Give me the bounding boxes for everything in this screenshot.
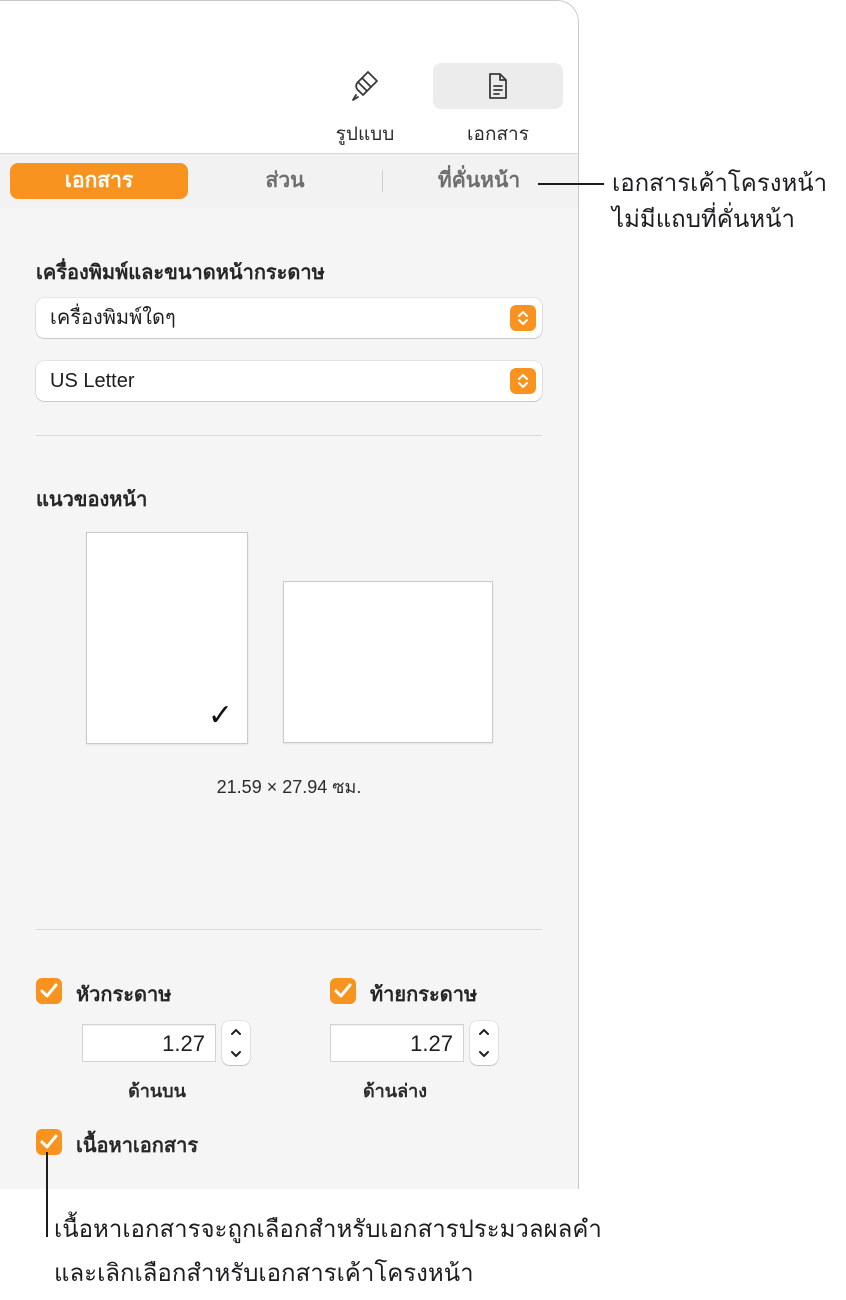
footer-margin-field[interactable]: 1.27 bbox=[330, 1024, 464, 1062]
bookmarks-callout-line bbox=[538, 183, 604, 185]
chevron-up-icon bbox=[479, 1029, 489, 1035]
document-icon bbox=[489, 73, 507, 99]
page-size-text: 21.59 × 27.94 ซม. bbox=[216, 777, 362, 797]
paper-size-popup[interactable]: US Letter bbox=[36, 361, 542, 401]
bookmarks-callout-line-2: ไม่มีแถบที่คั่นหน้า bbox=[612, 206, 795, 233]
document-label: เอกสาร bbox=[467, 124, 529, 145]
body-callout-line bbox=[46, 1152, 48, 1237]
header-margin-field[interactable]: 1.27 bbox=[82, 1024, 216, 1062]
checkmark-icon bbox=[40, 1134, 58, 1149]
inspector-panel: รูปแบบ เอกสาร เอกสาร ส่วน ที่คั่นหน้า เค… bbox=[0, 0, 579, 1189]
tab-divider bbox=[382, 170, 383, 192]
paper-size-popup-arrows[interactable] bbox=[510, 368, 536, 394]
checkmark-icon bbox=[40, 983, 58, 998]
header-margin-caption: ด้านบน bbox=[128, 1081, 186, 1101]
up-down-chevron-icon bbox=[518, 374, 528, 388]
divider bbox=[36, 929, 542, 930]
header-margin-stepper[interactable] bbox=[222, 1021, 250, 1065]
checkmark-icon bbox=[334, 983, 352, 998]
orientation-title: แนวของหน้า bbox=[36, 489, 148, 511]
tab-bookmarks[interactable]: ที่คั่นหน้า bbox=[394, 163, 564, 199]
up-down-chevron-icon bbox=[518, 311, 528, 325]
header-margin-increment[interactable] bbox=[222, 1021, 250, 1043]
document-body-checkbox[interactable] bbox=[36, 1129, 62, 1155]
chevron-down-icon bbox=[479, 1051, 489, 1057]
inspector-toolbar: รูปแบบ เอกสาร bbox=[0, 1, 578, 153]
document-body-label: เนื้อหาเอกสาร bbox=[76, 1135, 199, 1157]
format-button[interactable] bbox=[300, 63, 430, 109]
printer-popup-arrows[interactable] bbox=[510, 305, 536, 331]
body-callout-line-2: และเลิกเลือกสำหรับเอกสารเค้าโครงหน้า bbox=[54, 1260, 474, 1287]
footer-margin-increment[interactable] bbox=[470, 1021, 498, 1043]
landscape-orientation-option[interactable] bbox=[283, 581, 493, 743]
checkmark-icon: ✓ bbox=[207, 698, 233, 733]
inspector-tabs: เอกสาร ส่วน ที่คั่นหน้า bbox=[0, 153, 578, 209]
header-margin-decrement[interactable] bbox=[222, 1043, 250, 1065]
printer-popup[interactable]: เครื่องพิมพ์ใดๆ bbox=[36, 298, 542, 338]
document-button[interactable] bbox=[433, 63, 563, 109]
bookmarks-callout-line-1: เอกสารเค้าโครงหน้า bbox=[612, 170, 828, 197]
printer-value: เครื่องพิมพ์ใดๆ bbox=[50, 307, 176, 329]
format-label: รูปแบบ bbox=[335, 124, 395, 145]
header-label: หัวกระดาษ bbox=[76, 984, 172, 1006]
printer-paper-title: เครื่องพิมพ์และขนาดหน้ากระดาษ bbox=[36, 262, 325, 284]
tab-section[interactable]: ส่วน bbox=[200, 163, 370, 199]
divider bbox=[36, 435, 542, 436]
portrait-orientation-option[interactable]: ✓ bbox=[86, 532, 248, 744]
header-checkbox[interactable] bbox=[36, 978, 62, 1004]
document-settings-pane: เครื่องพิมพ์และขนาดหน้ากระดาษ เครื่องพิม… bbox=[0, 208, 578, 1189]
tab-document[interactable]: เอกสาร bbox=[10, 163, 188, 199]
footer-margin-caption: ด้านล่าง bbox=[362, 1081, 428, 1101]
footer-margin-stepper[interactable] bbox=[470, 1021, 498, 1065]
chevron-up-icon bbox=[231, 1029, 241, 1035]
footer-margin-decrement[interactable] bbox=[470, 1043, 498, 1065]
footer-label: ท้ายกระดาษ bbox=[370, 984, 478, 1006]
body-callout-line-1: เนื้อหาเอกสารจะถูกเลือกสำหรับเอกสารประมว… bbox=[54, 1216, 602, 1243]
chevron-down-icon bbox=[231, 1051, 241, 1057]
paintbrush-icon bbox=[352, 71, 378, 101]
paper-size-value: US Letter bbox=[50, 370, 135, 392]
footer-checkbox[interactable] bbox=[330, 978, 356, 1004]
